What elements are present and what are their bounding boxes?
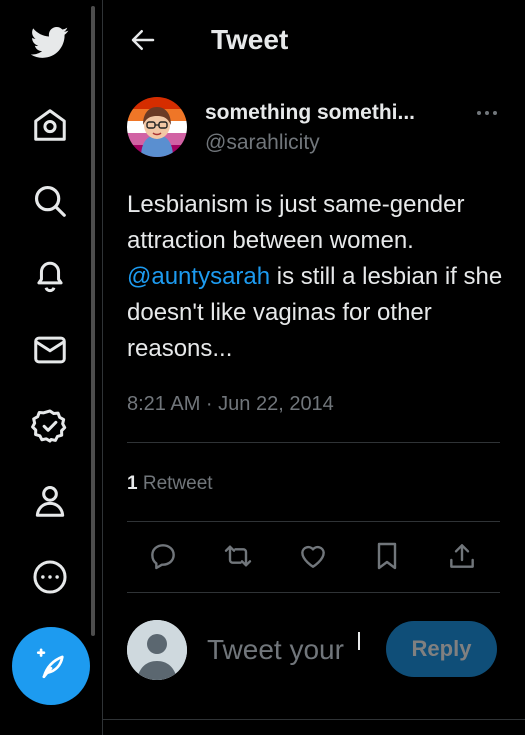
more-circle-icon[interactable] xyxy=(28,555,72,599)
divider xyxy=(127,442,500,443)
sidebar-nav xyxy=(0,0,102,735)
divider xyxy=(103,719,525,720)
retweet-stats[interactable]: 1 Retweet xyxy=(127,473,213,495)
profile-person-icon[interactable] xyxy=(28,479,72,523)
tweet-text-part1: Lesbianism is just same-gender attractio… xyxy=(127,191,465,254)
reply-icon[interactable] xyxy=(147,540,179,572)
share-icon[interactable] xyxy=(446,540,478,572)
author-display-name[interactable]: something somethi... xyxy=(205,101,415,125)
notifications-bell-icon[interactable] xyxy=(28,253,72,297)
reply-button[interactable]: Reply xyxy=(386,621,497,677)
compose-tweet-button[interactable] xyxy=(12,627,90,705)
messages-envelope-icon[interactable] xyxy=(28,328,72,372)
retweet-icon[interactable] xyxy=(222,540,254,572)
retweet-count: 1 xyxy=(127,473,138,494)
twitter-logo-icon[interactable] xyxy=(28,20,72,64)
verified-badge-icon[interactable] xyxy=(28,404,72,448)
bookmark-icon[interactable] xyxy=(371,540,403,572)
divider xyxy=(127,592,500,593)
mention-link[interactable]: @auntysarah xyxy=(127,263,270,290)
reply-input[interactable] xyxy=(207,628,363,672)
author-handle[interactable]: @sarahlicity xyxy=(205,131,320,155)
column-divider xyxy=(102,0,103,735)
back-arrow-icon[interactable] xyxy=(128,25,158,55)
home-icon[interactable] xyxy=(28,103,72,147)
user-avatar[interactable] xyxy=(127,620,187,680)
author-avatar[interactable] xyxy=(127,97,187,157)
tweet-timestamp[interactable]: 8:21 AM · Jun 22, 2014 xyxy=(127,393,334,416)
retweet-label: Retweet xyxy=(142,473,213,494)
search-icon[interactable] xyxy=(28,179,72,223)
divider xyxy=(127,521,500,522)
tweet-text: Lesbianism is just same-gender attractio… xyxy=(127,187,512,367)
compose-feather-icon xyxy=(34,647,68,686)
text-caret xyxy=(358,632,360,650)
like-heart-icon[interactable] xyxy=(297,540,329,572)
page-title: Tweet xyxy=(211,24,289,55)
sidebar-scrollbar[interactable] xyxy=(91,6,95,636)
more-options-icon[interactable] xyxy=(472,100,502,126)
